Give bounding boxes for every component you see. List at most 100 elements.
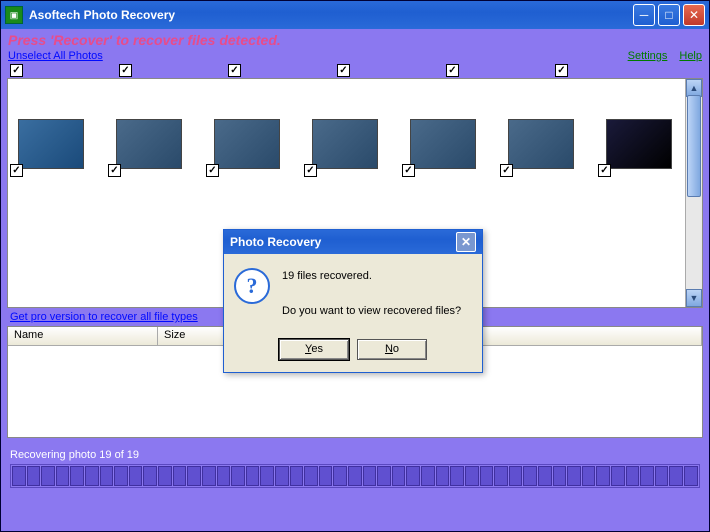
scroll-down-button[interactable]: ▼: [686, 289, 702, 307]
progress-segment: [553, 466, 567, 486]
progress-segment: [260, 466, 274, 486]
thumbnail[interactable]: ✓: [214, 119, 280, 169]
progress-segment: [246, 466, 260, 486]
col-name[interactable]: Name: [8, 327, 158, 345]
thumbnail-checkbox[interactable]: ✓: [108, 164, 121, 177]
column-checkbox[interactable]: ✓: [119, 64, 132, 77]
progress-segment: [684, 466, 698, 486]
progress-segment: [333, 466, 347, 486]
progress-segment: [143, 466, 157, 486]
progress-bar: [10, 464, 700, 488]
thumbnail-image: [606, 119, 672, 169]
progress-segment: [129, 466, 143, 486]
thumbnail[interactable]: ✓: [606, 119, 672, 169]
status-text: Recovering photo 19 of 19: [4, 446, 706, 464]
progress-segment: [187, 466, 201, 486]
unselect-all-link[interactable]: Unselect All Photos: [8, 50, 103, 62]
thumbnail-checkbox[interactable]: ✓: [206, 164, 219, 177]
progress-segment: [523, 466, 537, 486]
progress-segment: [611, 466, 625, 486]
settings-link[interactable]: Settings: [628, 50, 668, 62]
question-icon: ?: [234, 268, 270, 304]
thumbnail-image: [116, 119, 182, 169]
progress-segment: [363, 466, 377, 486]
dialog-line1: 19 files recovered.: [282, 268, 461, 286]
progress-segment: [626, 466, 640, 486]
progress-segment: [392, 466, 406, 486]
progress-segment: [202, 466, 216, 486]
progress-segment: [538, 466, 552, 486]
scroll-thumb[interactable]: [687, 95, 701, 197]
dialog-message: 19 files recovered. Do you want to view …: [282, 268, 461, 321]
thumbnail-image: [312, 119, 378, 169]
progress-segment: [582, 466, 596, 486]
maximize-button[interactable]: □: [658, 4, 680, 26]
thumbnail-checkbox[interactable]: ✓: [500, 164, 513, 177]
progress-segment: [377, 466, 391, 486]
progress-segment: [421, 466, 435, 486]
thumbnail-checkbox[interactable]: ✓: [598, 164, 611, 177]
yes-button[interactable]: Yes: [279, 339, 349, 360]
progress-segment: [480, 466, 494, 486]
progress-segment: [158, 466, 172, 486]
progress-segment: [436, 466, 450, 486]
progress-segment: [100, 466, 114, 486]
column-checkbox[interactable]: ✓: [10, 64, 23, 77]
column-checkbox[interactable]: ✓: [228, 64, 241, 77]
column-checkbox[interactable]: ✓: [337, 64, 350, 77]
progress-segment: [640, 466, 654, 486]
col-spare: [458, 327, 702, 345]
no-button[interactable]: No: [357, 339, 427, 360]
thumbnail-image: [18, 119, 84, 169]
progress-segment: [12, 466, 26, 486]
progress-segment: [348, 466, 362, 486]
recovery-dialog: Photo Recovery ✕ ? 19 files recovered. D…: [223, 229, 483, 373]
column-checkbox[interactable]: ✓: [446, 64, 459, 77]
progress-segment: [173, 466, 187, 486]
progress-segment: [27, 466, 41, 486]
thumbnail[interactable]: ✓: [312, 119, 378, 169]
progress-segment: [70, 466, 84, 486]
app-body: Press 'Recover' to recover files detecte…: [1, 29, 709, 531]
minimize-button[interactable]: ─: [633, 4, 655, 26]
thumbnail[interactable]: ✓: [410, 119, 476, 169]
dialog-close-button[interactable]: ✕: [456, 232, 476, 252]
progress-segment: [290, 466, 304, 486]
progress-segment: [85, 466, 99, 486]
thumbnail[interactable]: ✓: [116, 119, 182, 169]
thumbnail[interactable]: ✓: [508, 119, 574, 169]
progress-segment: [465, 466, 479, 486]
progress-segment: [450, 466, 464, 486]
progress-segment: [41, 466, 55, 486]
app-icon: ▣: [5, 6, 23, 24]
progress-segment: [304, 466, 318, 486]
dialog-title: Photo Recovery: [230, 235, 456, 249]
progress-segment: [655, 466, 669, 486]
progress-segment: [319, 466, 333, 486]
progress-segment: [114, 466, 128, 486]
progress-segment: [567, 466, 581, 486]
progress-segment: [56, 466, 70, 486]
thumbnail-image: [508, 119, 574, 169]
pro-version-link[interactable]: Get pro version to recover all file type…: [10, 311, 198, 323]
progress-segment: [669, 466, 683, 486]
titlebar: ▣ Asoftech Photo Recovery ─ □ ✕: [1, 1, 709, 29]
column-checkbox[interactable]: ✓: [555, 64, 568, 77]
thumbnail-checkbox[interactable]: ✓: [10, 164, 23, 177]
close-button[interactable]: ✕: [683, 4, 705, 26]
help-link[interactable]: Help: [679, 50, 702, 62]
thumbnail[interactable]: ✓: [18, 119, 84, 169]
progress-segment: [231, 466, 245, 486]
instruction-text: Press 'Recover' to recover files detecte…: [4, 32, 706, 48]
thumbnail-image: [410, 119, 476, 169]
app-window: ▣ Asoftech Photo Recovery ─ □ ✕ Press 'R…: [0, 0, 710, 532]
thumbnail-checkbox[interactable]: ✓: [402, 164, 415, 177]
gallery-scrollbar[interactable]: ▲ ▼: [685, 79, 702, 307]
progress-segment: [596, 466, 610, 486]
progress-segment: [406, 466, 420, 486]
top-checkbox-row: ✓ ✓ ✓ ✓ ✓ ✓: [4, 64, 706, 78]
progress-segment: [509, 466, 523, 486]
thumbnail-image: [214, 119, 280, 169]
thumbnail-checkbox[interactable]: ✓: [304, 164, 317, 177]
progress-segment: [275, 466, 289, 486]
